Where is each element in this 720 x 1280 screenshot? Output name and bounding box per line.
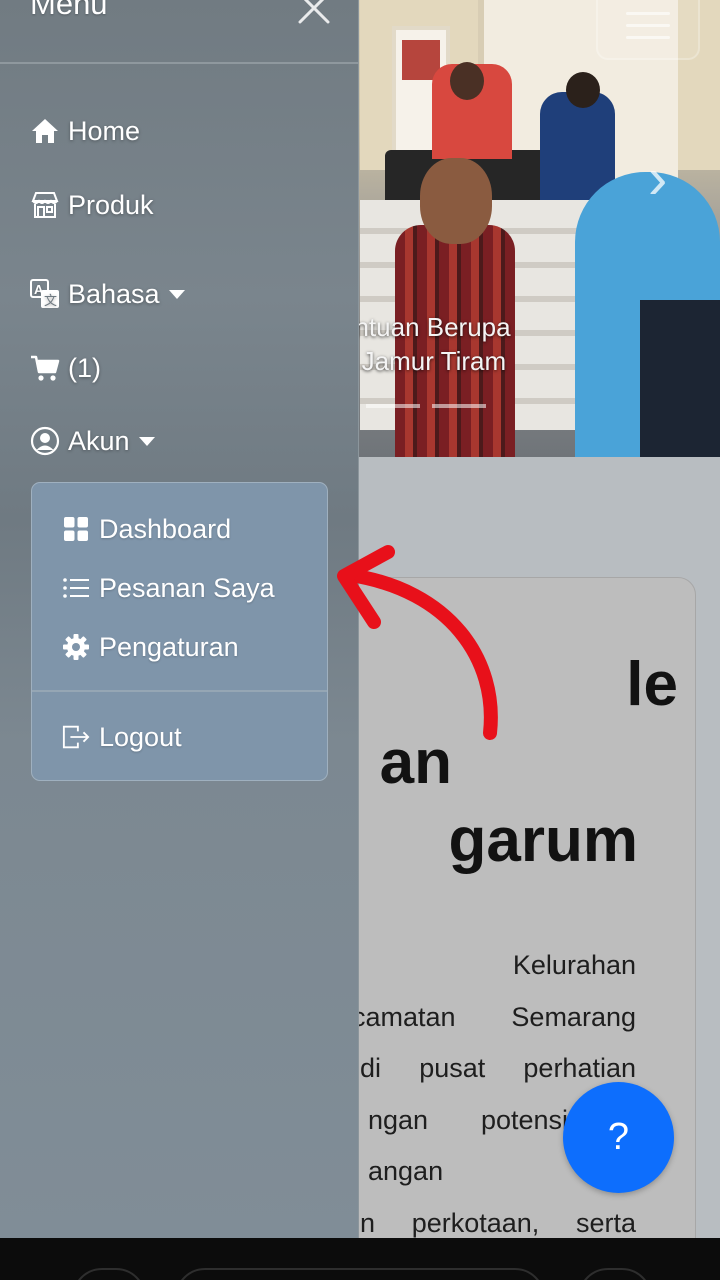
nav-item-label: Bahasa (68, 278, 160, 309)
carousel-caption-line: antuan Berupa (340, 312, 511, 342)
caret-down-icon (138, 436, 155, 446)
drawer-title: Menu (30, 0, 108, 21)
nav-item-label: Produk (68, 189, 154, 220)
dropdown-item-pesanan-saya[interactable]: Pesanan Saya (62, 568, 275, 608)
carousel-caption-line: n Jamur Tiram (340, 346, 507, 376)
user-circle-icon (30, 426, 60, 456)
dropdown-item-logout[interactable]: Logout (62, 717, 182, 757)
close-icon[interactable] (296, 0, 332, 26)
offcanvas-menu: Menu Home Produk A文 Bahasa (1) Akun Dash… (0, 0, 359, 1238)
system-home-pill[interactable] (175, 1268, 545, 1280)
grid-icon (62, 515, 90, 543)
shop-icon (30, 190, 60, 220)
help-button[interactable]: ? (563, 1082, 674, 1193)
cart-icon (30, 353, 60, 383)
dropdown-item-label: Dashboard (99, 513, 232, 544)
cart-count: (1) (68, 352, 101, 383)
drawer-divider (0, 62, 359, 64)
carousel-caption: antuan Berupa n Jamur Tiram (340, 310, 511, 378)
translate-icon: A文 (30, 279, 60, 309)
nav-item-produk[interactable]: Produk (30, 183, 154, 227)
nav-item-cart[interactable]: (1) (30, 346, 101, 390)
svg-text:文: 文 (44, 294, 57, 309)
dropdown-item-label: Pengaturan (99, 631, 239, 662)
system-recents-button[interactable] (578, 1268, 652, 1280)
system-back-button[interactable] (72, 1268, 146, 1280)
account-dropdown-menu: Dashboard Pesanan Saya Pengaturan Logout (31, 482, 328, 781)
caret-down-icon (168, 289, 185, 299)
navbar-toggler-icon[interactable] (596, 0, 700, 60)
dropdown-item-label: Logout (99, 721, 182, 752)
carousel-indicator[interactable] (366, 404, 420, 408)
carousel-indicator[interactable] (432, 404, 486, 408)
gear-icon (62, 633, 90, 661)
list-icon (62, 574, 90, 602)
dropdown-item-label: Pesanan Saya (99, 572, 275, 603)
carousel-indicators (366, 404, 486, 408)
nav-item-bahasa[interactable]: A文 Bahasa (30, 272, 185, 316)
nav-item-home[interactable]: Home (30, 109, 140, 153)
dropdown-divider (32, 690, 327, 692)
nav-item-akun[interactable]: Akun (30, 419, 155, 463)
dropdown-item-pengaturan[interactable]: Pengaturan (62, 627, 239, 667)
nav-item-label: Home (68, 115, 141, 146)
annotation-arrow (337, 545, 498, 740)
nav-item-label: Akun (68, 425, 130, 456)
system-navigation-bar (0, 1238, 720, 1280)
home-icon (30, 116, 60, 146)
dropdown-item-dashboard[interactable]: Dashboard (62, 509, 231, 549)
carousel-next-chevron-icon[interactable]: › (648, 150, 667, 208)
logout-icon (62, 723, 90, 751)
